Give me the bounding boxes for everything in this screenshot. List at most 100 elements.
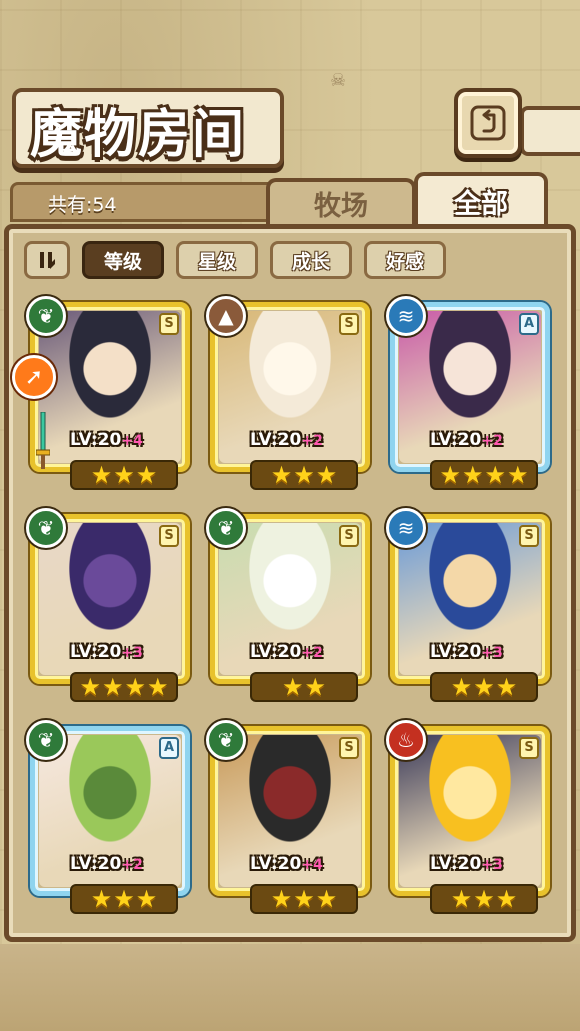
wood-element-icon: ❦ — [26, 296, 66, 336]
star-icon: ★ — [90, 885, 113, 913]
star-icon: ★ — [495, 885, 518, 913]
monster-card[interactable]: A ❦ LV:20+2 ★ ★ ★ — [26, 720, 196, 916]
sort-order-toggle[interactable] — [24, 241, 70, 279]
star-icon: ★ — [113, 461, 135, 489]
rank-badge: S — [159, 313, 179, 335]
level-bonus: +3 — [121, 645, 143, 661]
level-bonus: +2 — [301, 433, 323, 449]
star-rating: ★ ★ ★ — [70, 460, 178, 490]
star-icon: ★ — [113, 885, 135, 913]
level-bonus: +4 — [121, 433, 143, 449]
monster-card[interactable]: S ❦ LV:20+2 ★ ★ — [206, 508, 376, 704]
rank-badge: S — [519, 737, 539, 759]
page-title: 魔物房间 — [30, 105, 247, 165]
star-icon: ★ — [281, 673, 304, 701]
star-icon: ★ — [270, 885, 293, 913]
sword-icon — [36, 412, 50, 469]
water-element-icon: ≋ — [386, 508, 426, 548]
level-label: LV:20+3 — [70, 642, 143, 662]
level-label: LV:20+4 — [70, 430, 143, 450]
wood-element-icon: ❦ — [206, 508, 246, 548]
level-value: LV:20 — [70, 854, 122, 874]
back-button[interactable] — [454, 88, 522, 158]
star-rating: ★ ★ ★ ★ — [70, 672, 178, 702]
level-value: LV:20 — [430, 642, 482, 662]
monster-card[interactable]: S ❦ LV:20+3 ★ ★ ★ ★ — [26, 508, 196, 704]
level-value: LV:20 — [250, 642, 302, 662]
level-label: LV:20+2 — [430, 430, 503, 450]
level-bonus: +3 — [481, 645, 503, 661]
fire-element-icon: ♨ — [386, 720, 426, 760]
level-value: LV:20 — [430, 854, 482, 874]
earth-element-icon: ▲ — [206, 296, 246, 336]
level-bonus: +4 — [301, 857, 323, 873]
star-rating: ★ ★ ★ — [430, 884, 538, 914]
rank-badge: S — [339, 313, 359, 335]
monster-card[interactable]: S ❦ LV:20+4 ★ ★ ★ — [26, 296, 196, 492]
star-icon: ★ — [270, 461, 293, 489]
star-rating: ★ ★ ★ — [70, 884, 178, 914]
star-icon: ★ — [135, 461, 158, 489]
return-arrow-icon — [470, 105, 506, 141]
monster-card[interactable]: S ≋ LV:20+3 ★ ★ ★ — [386, 508, 556, 704]
bottom-map-strip — [0, 944, 580, 1031]
level-value: LV:20 — [70, 642, 122, 662]
tab-all[interactable]: 全部 — [414, 172, 548, 226]
monster-card[interactable]: S ▲ LV:20+2 ★ ★ ★ — [206, 296, 376, 492]
level-label: LV:20+2 — [250, 642, 323, 662]
star-rating: ★ ★ ★ ★ — [430, 460, 538, 490]
rank-badge: A — [519, 313, 539, 335]
star-icon: ★ — [495, 673, 518, 701]
sort-affection-button[interactable]: 好感 — [364, 241, 446, 279]
wood-element-icon: ❦ — [206, 720, 246, 760]
level-value: LV:20 — [250, 854, 302, 874]
star-icon: ★ — [473, 885, 495, 913]
level-label: LV:20+3 — [430, 854, 503, 874]
level-label: LV:20+2 — [250, 430, 323, 450]
star-icon: ★ — [507, 461, 529, 489]
star-icon: ★ — [439, 461, 461, 489]
star-icon: ★ — [315, 461, 338, 489]
monster-card[interactable]: S ❦ LV:20+4 ★ ★ ★ — [206, 720, 376, 916]
star-icon: ★ — [450, 673, 473, 701]
monster-card[interactable]: S ♨ LV:20+3 ★ ★ ★ — [386, 720, 556, 916]
sort-growth-button[interactable]: 成长 — [270, 241, 352, 279]
skill-arrow-icon: ➚ — [12, 355, 56, 399]
level-value: LV:20 — [70, 430, 122, 450]
star-icon: ★ — [315, 885, 338, 913]
star-icon: ★ — [147, 673, 169, 701]
sort-star-button[interactable]: 星级 — [176, 241, 258, 279]
star-icon: ★ — [484, 461, 507, 489]
star-icon: ★ — [79, 673, 101, 701]
tab-farm[interactable]: 牧场 — [266, 178, 416, 224]
star-icon: ★ — [293, 461, 315, 489]
rank-badge: S — [519, 525, 539, 547]
level-label: LV:20+3 — [430, 642, 503, 662]
star-rating: ★ ★ — [250, 672, 358, 702]
monster-count: 共有:54 — [48, 194, 117, 216]
water-element-icon: ≋ — [386, 296, 426, 336]
star-rating: ★ ★ ★ — [430, 672, 538, 702]
star-rating: ★ ★ ★ — [250, 884, 358, 914]
rank-badge: S — [339, 525, 359, 547]
level-bonus: +2 — [481, 433, 503, 449]
skull-icon: ☠ — [330, 70, 347, 91]
monster-card[interactable]: A ≋ LV:20+2 ★ ★ ★ ★ — [386, 296, 556, 492]
star-icon: ★ — [293, 885, 315, 913]
level-label: LV:20+2 — [70, 854, 143, 874]
level-value: LV:20 — [250, 430, 302, 450]
wood-element-icon: ❦ — [26, 720, 66, 760]
star-icon: ★ — [90, 461, 113, 489]
level-bonus: +3 — [481, 857, 503, 873]
pause-sort-icon — [40, 252, 55, 269]
level-label: LV:20+4 — [250, 854, 323, 874]
star-icon: ★ — [450, 885, 473, 913]
star-icon: ★ — [101, 673, 124, 701]
level-bonus: +2 — [121, 857, 143, 873]
star-rating: ★ ★ ★ — [250, 460, 358, 490]
sort-level-button[interactable]: 等级 — [82, 241, 164, 279]
star-icon: ★ — [304, 673, 327, 701]
wood-element-icon: ❦ — [26, 508, 66, 548]
rank-badge: S — [159, 525, 179, 547]
level-value: LV:20 — [430, 430, 482, 450]
